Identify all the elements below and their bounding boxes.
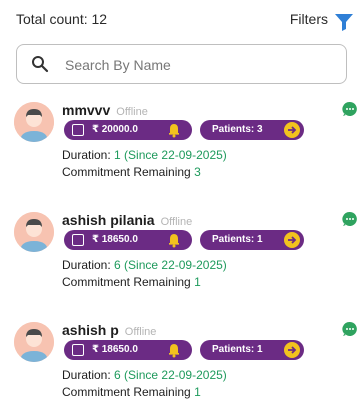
commitment-label: Commitment Remaining [62, 385, 191, 399]
chat-icon[interactable] [341, 210, 359, 228]
avatar [14, 322, 54, 362]
duration: Duration: 6 (Since 22-09-2025) [62, 258, 227, 272]
bell-icon [169, 234, 179, 248]
patients-chip[interactable]: Patients: 1 [200, 340, 304, 360]
amount-value: ₹ 18650.0 [92, 344, 138, 355]
commitment: Commitment Remaining 3 [62, 165, 201, 179]
list-item[interactable]: mmvvv Offline ₹ 20000.0 Patients: 3 Durat… [0, 96, 362, 196]
duration: Duration: 6 (Since 22-09-2025) [62, 368, 227, 382]
chat-icon[interactable] [341, 100, 359, 118]
patients-chip[interactable]: Patients: 3 [200, 120, 304, 140]
status-text: Offline [116, 106, 148, 118]
filters-button[interactable]: Filters [290, 11, 328, 27]
duration-value: 1 (Since 22-09-2025) [114, 148, 227, 162]
commitment-value: 1 [194, 275, 201, 289]
avatar [14, 212, 54, 252]
duration-label: Duration: [62, 258, 111, 272]
commitment-value: 1 [194, 385, 201, 399]
amount-chip[interactable]: ₹ 20000.0 [64, 120, 192, 140]
commitment: Commitment Remaining 1 [62, 275, 201, 289]
arrow-right-icon [284, 122, 300, 138]
top-bar: Total count: 12 Filters [0, 0, 362, 40]
amount-chip[interactable]: ₹ 18650.0 [64, 230, 192, 250]
total-count: Total count: 12 [16, 11, 108, 27]
commitment-label: Commitment Remaining [62, 275, 191, 289]
patients-count: Patients: 1 [212, 344, 263, 355]
user-name[interactable]: ashish pilania [62, 212, 155, 228]
search-box[interactable] [16, 44, 347, 84]
avatar [14, 102, 54, 142]
patients-chip[interactable]: Patients: 1 [200, 230, 304, 250]
search-icon [32, 56, 49, 73]
wallet-icon [72, 124, 84, 136]
user-name[interactable]: mmvvv [62, 102, 110, 118]
chat-icon[interactable] [341, 320, 359, 338]
list-item[interactable]: ashish pilania Offline ₹ 18650.0 Patients… [0, 206, 362, 306]
patients-count: Patients: 1 [212, 234, 263, 245]
amount-chip[interactable]: ₹ 18650.0 [64, 340, 192, 360]
wallet-icon [72, 344, 84, 356]
duration-value: 6 (Since 22-09-2025) [114, 258, 227, 272]
user-name[interactable]: ashish p [62, 322, 119, 338]
commitment-label: Commitment Remaining [62, 165, 191, 179]
list-item[interactable]: ashish p Offline ₹ 18650.0 Patients: 1 Du… [0, 316, 362, 416]
commitment: Commitment Remaining 1 [62, 385, 201, 399]
patients-count: Patients: 3 [212, 124, 263, 135]
amount-value: ₹ 20000.0 [92, 124, 138, 135]
wallet-icon [72, 234, 84, 246]
bell-icon [169, 124, 179, 138]
search-input[interactable] [63, 53, 337, 77]
duration-label: Duration: [62, 148, 111, 162]
bell-icon [169, 344, 179, 358]
name-row: ashish pilania Offline [62, 212, 192, 230]
arrow-right-icon [284, 232, 300, 248]
name-row: mmvvv Offline [62, 102, 148, 120]
commitment-value: 3 [194, 165, 201, 179]
duration-value: 6 (Since 22-09-2025) [114, 368, 227, 382]
duration-label: Duration: [62, 368, 111, 382]
arrow-right-icon [284, 342, 300, 358]
status-text: Offline [160, 216, 193, 228]
name-row: ashish p Offline [62, 322, 156, 340]
filter-icon[interactable] [334, 12, 354, 32]
status-text: Offline [124, 326, 157, 338]
amount-value: ₹ 18650.0 [92, 234, 138, 245]
duration: Duration: 1 (Since 22-09-2025) [62, 148, 227, 162]
